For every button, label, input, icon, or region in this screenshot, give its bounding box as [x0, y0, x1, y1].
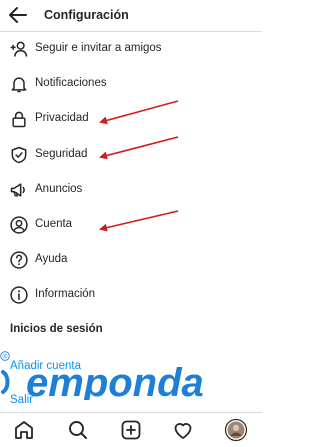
menu-item-account[interactable]: Cuenta [0, 208, 262, 243]
watermark-registered-circle [0, 351, 10, 361]
search-icon[interactable] [66, 418, 90, 442]
page-title: Configuración [44, 8, 129, 22]
menu-item-label: Información [35, 288, 96, 300]
heart-icon[interactable] [171, 418, 195, 442]
add-person-icon [10, 41, 28, 57]
logout-link[interactable]: Salir [10, 394, 33, 406]
top-bar: Configuración [0, 0, 262, 32]
menu-item-label: Cuenta [35, 218, 73, 230]
menu-item-follow-invite[interactable]: Seguir e invitar a amigos [0, 32, 262, 67]
watermark-swoosh [1, 370, 10, 394]
menu-item-label: Privacidad [35, 112, 89, 124]
add-account-link[interactable]: Añadir cuenta [10, 360, 81, 372]
menu-item-label: Seguridad [35, 148, 88, 160]
new-post-icon[interactable] [119, 418, 143, 442]
bottom-tab-bar [0, 412, 262, 447]
home-icon[interactable] [12, 418, 36, 442]
menu-item-label: Seguir e invitar a amigos [35, 42, 162, 54]
account-icon [10, 216, 28, 234]
menu-item-ads[interactable]: Anuncios [0, 173, 262, 208]
menu-item-notifications[interactable]: Notificaciones [0, 67, 262, 102]
menu-item-label: Anuncios [35, 183, 83, 195]
menu-item-label: Ayuda [35, 253, 68, 265]
menu-item-help[interactable]: Ayuda [0, 243, 262, 278]
menu-item-security[interactable]: Seguridad [0, 138, 262, 173]
menu-item-information[interactable]: Información [0, 278, 262, 313]
bell-icon [11, 77, 27, 93]
watermark-logo: ® emponda [0, 351, 204, 400]
menu-item-privacy[interactable]: Privacidad [0, 102, 262, 137]
menu-item-label: Notificaciones [35, 77, 107, 89]
shield-check-icon [11, 146, 27, 164]
login-section-title: Inicios de sesión [10, 323, 103, 335]
profile-avatar[interactable] [224, 418, 248, 442]
info-icon [10, 286, 28, 304]
help-icon [10, 251, 28, 269]
back-arrow-icon[interactable] [6, 3, 30, 27]
megaphone-icon [10, 183, 25, 197]
watermark-registered-mark: ® [3, 353, 8, 361]
lock-icon [12, 111, 26, 128]
